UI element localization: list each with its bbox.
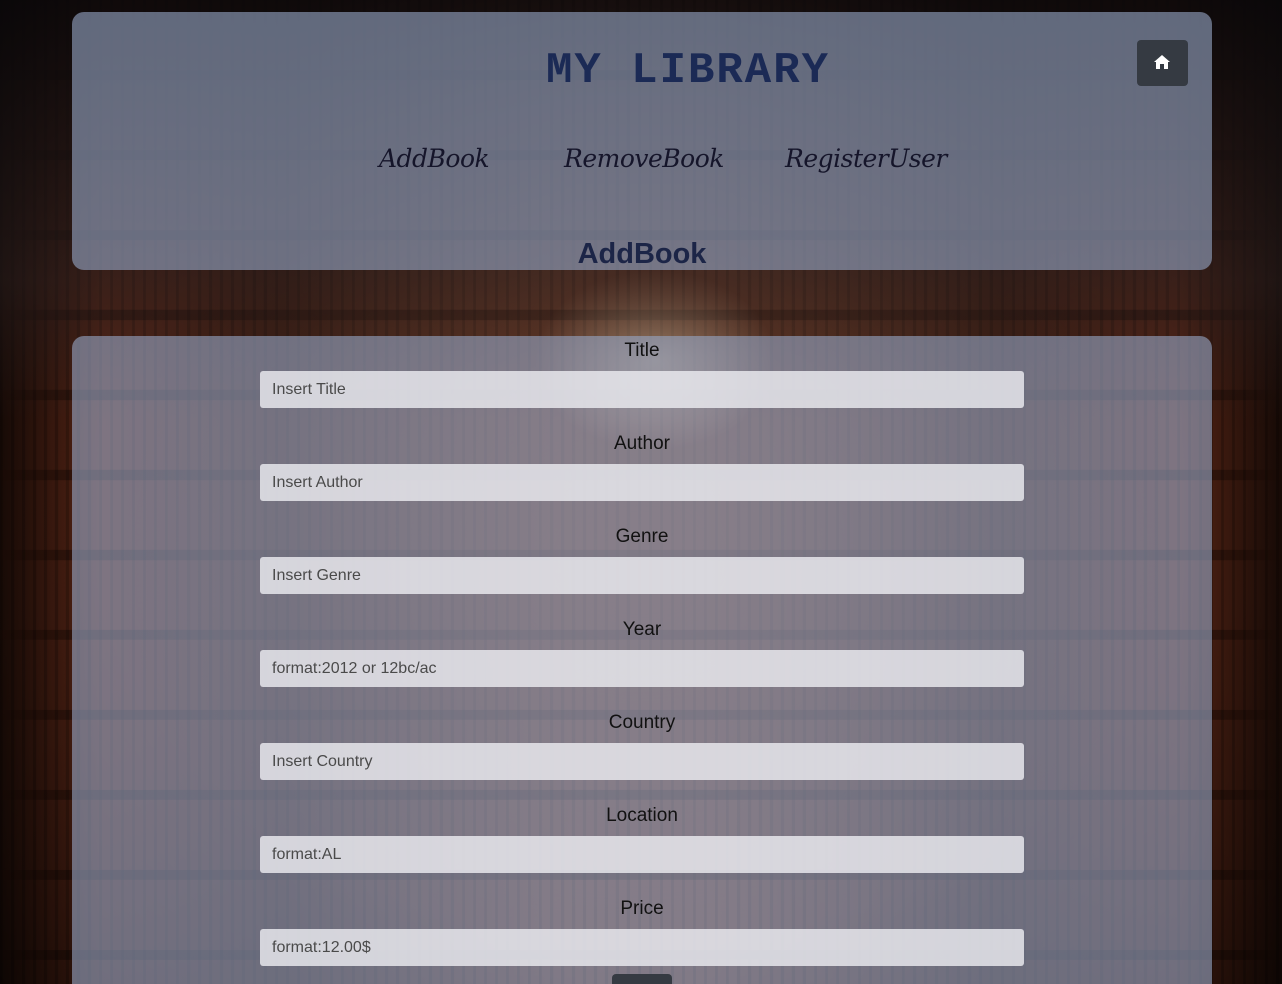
genre-input[interactable]: [260, 557, 1024, 594]
genre-label: Genre: [615, 526, 669, 547]
country-input[interactable]: [260, 743, 1024, 780]
year-input[interactable]: [260, 650, 1024, 687]
section-title-light: Add: [577, 238, 634, 270]
section-title-bold: Book: [633, 238, 707, 270]
author-input[interactable]: [260, 464, 1024, 501]
year-label: Year: [622, 619, 662, 640]
title-label: Title: [624, 340, 660, 361]
submit-button[interactable]: [612, 974, 672, 984]
nav-link-add-book[interactable]: AddBook: [379, 144, 490, 173]
price-label: Price: [620, 898, 664, 919]
title-input[interactable]: [260, 371, 1024, 408]
country-label: Country: [608, 712, 676, 733]
home-button[interactable]: [1137, 40, 1188, 86]
location-input[interactable]: [260, 836, 1024, 873]
home-icon: [1154, 55, 1170, 69]
nav-link-register-user[interactable]: RegisterUser: [785, 144, 947, 173]
location-label: Location: [606, 805, 678, 826]
nav-link-remove-book[interactable]: RemoveBook: [564, 144, 724, 173]
price-input[interactable]: [260, 929, 1024, 966]
header-panel: MY LIBRARY AddBook RemoveBook RegisterUs…: [72, 12, 1212, 270]
author-label: Author: [614, 433, 670, 454]
site-title: MY LIBRARY: [545, 46, 831, 96]
section-title: AddBook: [72, 236, 1212, 272]
add-book-form: Title Author Genre Year Country Location…: [72, 336, 1212, 984]
